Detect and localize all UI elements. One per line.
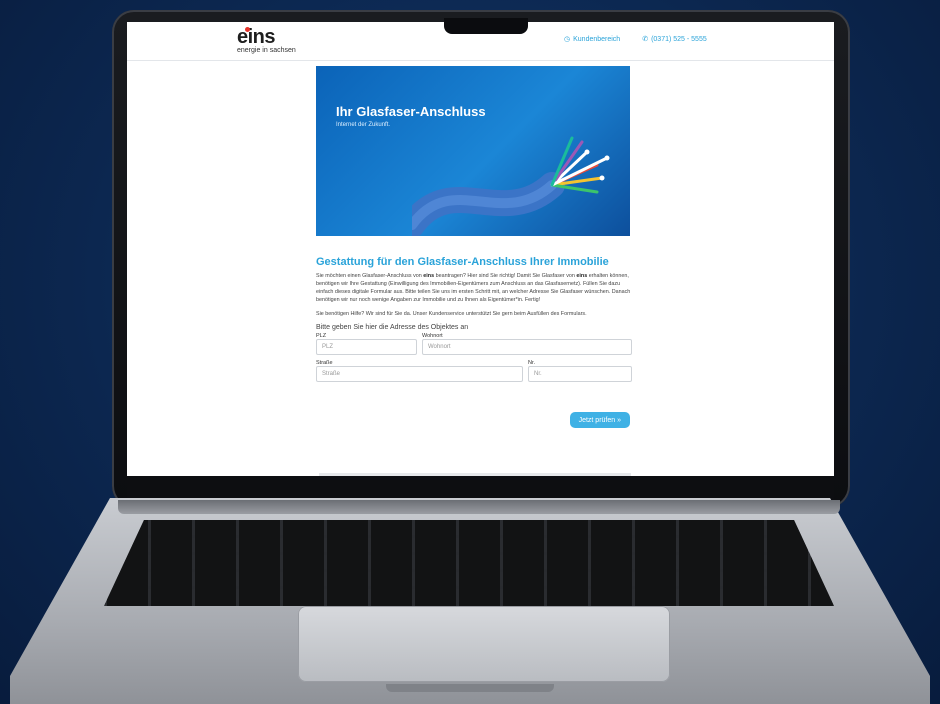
logo-tagline: energie in sachsen [237,47,296,54]
nr-input[interactable]: Nr. [528,366,632,382]
street-row: Straße Straße Nr. Nr. [316,360,634,382]
nr-group: Nr. Nr. [528,360,632,382]
plz-group: PLZ PLZ [316,333,417,355]
ort-group: Wohnort Wohnort [422,333,632,355]
phone-link[interactable]: ✆ (0371) 525 - 5555 [642,35,707,43]
check-address-button[interactable]: Jetzt prüfen » [569,412,630,428]
customer-area-link[interactable]: ◷ Kundenbereich [564,35,620,43]
help-paragraph: Sie benötigen Hilfe? Wir sind für Sie da… [316,311,587,317]
logo-dot-icon [245,27,250,32]
clock-icon: ◷ [564,36,571,43]
fiber-cable-illustration [412,136,610,236]
street-input[interactable]: Straße [316,366,523,382]
hero-banner: Ihr Glasfaser-Anschluss Internet der Zuk… [316,66,630,236]
form-title: Bitte geben Sie hier die Adresse des Obj… [316,324,469,331]
intro-paragraph: Sie möchten einen Glasfaser-Anschluss vo… [316,273,631,303]
section-heading: Gestattung für den Glasfaser-Anschluss I… [316,256,609,268]
main-content: Ihr Glasfaser-Anschluss Internet der Zuk… [316,66,634,428]
laptop-hinge [118,500,840,514]
keyboard [104,520,834,606]
trackpad[interactable] [298,606,670,682]
hero-title: Ihr Glasfaser-Anschluss [336,104,486,119]
camera-notch [444,18,528,34]
plz-input[interactable]: PLZ [316,339,417,355]
header-nav: ◷ Kundenbereich ✆ (0371) 525 - 5555 [564,35,707,43]
ort-input[interactable]: Wohnort [422,339,632,355]
street-group: Straße Straße [316,360,523,382]
hero-subtitle: Internet der Zukunft. [336,122,391,128]
eins-logo[interactable]: eins energie in sachsen [237,27,296,54]
laptop-screen: eins energie in sachsen ◷ Kundenbereich ✆… [127,22,834,476]
keyboard-keys [104,520,834,606]
laptop-front-notch [386,684,554,692]
location-row: PLZ PLZ Wohnort Wohnort [316,333,634,355]
phone-icon: ✆ [642,36,649,43]
